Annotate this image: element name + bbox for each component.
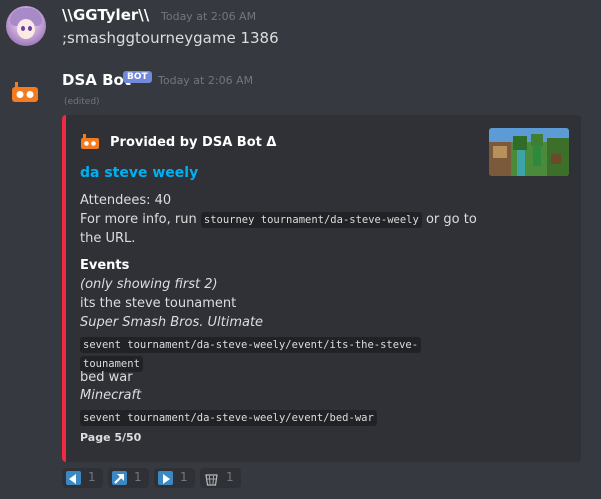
edited-label: (edited) [64,97,100,107]
event-command: sevent tournament/da-steve-weely/event/i… [80,333,422,353]
showing-note: (only showing first 2) [80,277,218,292]
event-name: bed war [80,370,133,385]
info-command: stourney tournament/da-steve-weely [200,212,422,228]
arrow-left-icon [66,471,81,485]
event-command: sevent tournament/da-steve-weely/event/b… [80,406,377,426]
info-line: For more info, run stourney tournament/d… [80,212,477,228]
minecraft-thumbnail-image [489,128,569,176]
wastebasket-icon [204,471,219,486]
bot-avatar[interactable] [6,70,46,110]
event-name: its the steve tounament [80,296,237,311]
reaction-up-right[interactable]: 1 [108,468,149,488]
message-timestamp: Today at 2:06 AM [161,10,257,23]
robot-icon [12,82,38,102]
message-author[interactable]: DSA Bot [62,71,131,89]
info-prefix: For more info, run [80,212,197,227]
reaction-count: 1 [88,470,96,484]
bot-badge: BOT [123,71,152,83]
event-game: Minecraft [80,388,142,403]
reaction-left[interactable]: 1 [62,468,103,488]
attendees-text: Attendees: 40 [80,193,172,208]
reaction-count: 1 [226,470,234,484]
event-command-line1: sevent tournament/da-steve-weely/event/b… [80,410,377,426]
embed-footer: Page 5/50 [80,431,142,444]
events-field-name: Events [80,258,130,273]
info-line-2: the URL. [80,231,136,246]
reaction-count: 1 [134,470,142,484]
arrow-up-right-icon [112,471,127,485]
embed-author: Provided by DSA Bot Δ [110,135,277,150]
message-timestamp: Today at 2:06 AM [158,74,254,87]
message-content: ;smashggtourneygame 1386 [62,29,279,47]
reaction-count: 1 [180,470,188,484]
embed-thumbnail[interactable] [489,128,569,176]
event-command-line1: sevent tournament/da-steve-weely/event/i… [80,337,422,353]
info-suffix: or go to [425,212,477,227]
arrow-right-icon [158,471,173,485]
embed-author-robot-icon [81,134,99,149]
message-author[interactable]: \\GGTyler\\ [62,6,149,24]
event-game: Super Smash Bros. Ultimate [80,315,264,330]
embed-title[interactable]: da steve weely [80,165,198,181]
event-command-cont: tounament [80,352,143,372]
reaction-right[interactable]: 1 [154,468,195,488]
user-avatar[interactable] [6,6,46,46]
reaction-wastebasket[interactable]: 1 [200,468,241,488]
embed: Provided by DSA Bot Δ da steve weely Att… [62,115,581,462]
